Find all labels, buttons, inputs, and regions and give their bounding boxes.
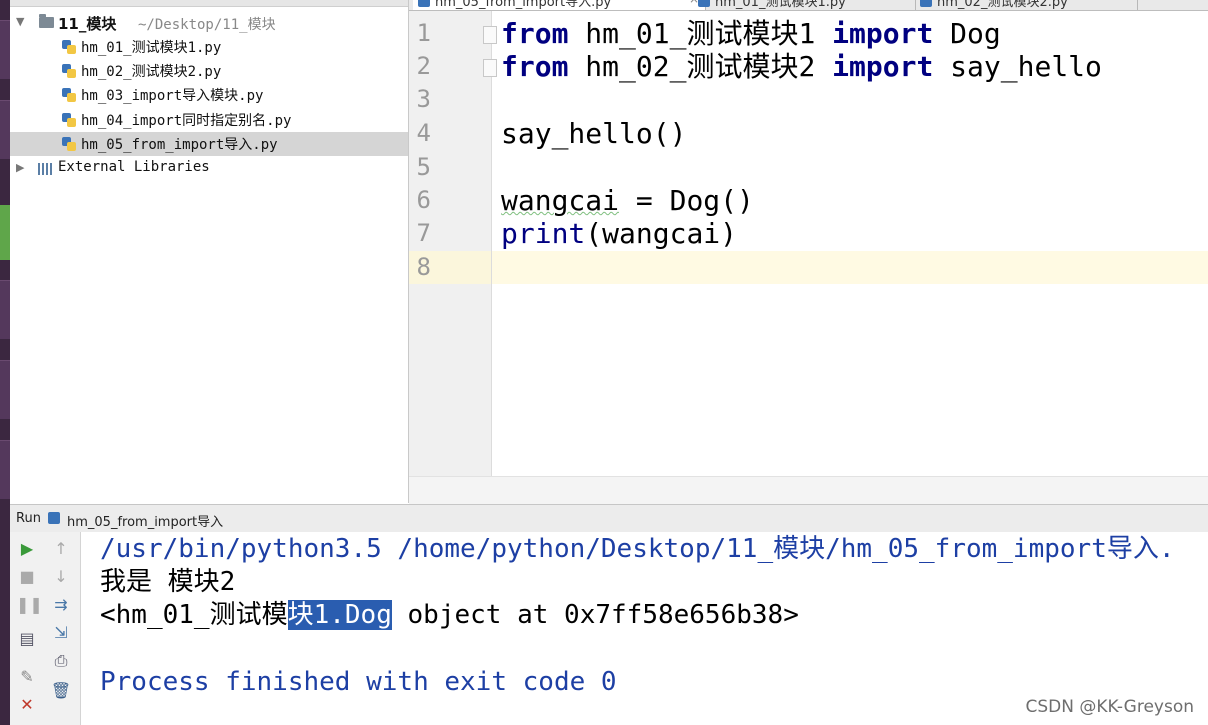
console-output-line: 我是 模块2 [100,567,236,597]
output-suffix: object at 0x7ff58e656b38> [391,600,799,630]
python-file-icon [698,0,710,7]
line-number: 4 [416,119,431,147]
code-editor[interactable]: 1 2 3 4 5 6 7 8 from hm_01_测试模块1 import … [409,11,1208,504]
run-label: Run [16,511,41,526]
expand-arrow-icon[interactable]: ▼ [16,15,24,28]
layout-icon[interactable]: ▤ [16,628,38,650]
code-line-4: say_hello() [501,117,687,150]
launcher-active-indicator [0,205,10,260]
tab-hm05[interactable]: hm_05_from_import导入.py × [413,0,706,10]
tab-label: hm_05_from_import导入.py [435,0,612,10]
keyword-from: from [501,50,569,83]
launcher-slot [0,360,10,419]
watermark: CSDN @KK-Greyson [1025,697,1194,717]
tab-label: hm_02_测试模块2.py [937,0,1068,10]
soft-wrap-icon[interactable]: ⇉ [50,594,72,616]
call-args: (wangcai) [585,217,738,250]
line-number: 7 [416,219,431,247]
keyword-import: import [832,50,934,83]
builtin-print: print [501,217,586,250]
launcher-slot [0,280,10,339]
code-line-1: from hm_01_测试模块1 import Dog [501,17,1001,50]
tree-root-folder[interactable]: ▼ 11_模块 ~/Desktop/11_模块 [10,11,408,35]
pin-icon[interactable]: ✎ [16,666,38,688]
code-line-6: wangcai = Dog() [501,184,754,217]
imported-name: say_hello [933,50,1102,83]
run-toolbar: ▶ ↑ ■ ↓ ❚❚ ⇉ ▤ ⇲ ⎙ ✎ 🗑 ✕ [10,532,81,725]
python-file-icon [62,113,76,127]
close-icon[interactable]: ✕ [16,694,38,716]
root-folder-path: ~/Desktop/11_模块 [138,17,276,33]
console-exit-line: Process finished with exit code 0 [100,667,617,697]
line-number: 6 [416,186,431,214]
file-name: hm_04_import同时指定别名.py [81,113,292,129]
python-file-icon [62,88,76,102]
line-number: 2 [416,52,431,80]
tree-file-item[interactable]: hm_04_import同时指定别名.py [10,108,408,132]
pause-icon[interactable]: ❚❚ [16,594,43,616]
down-arrow-icon[interactable]: ↓ [50,566,72,588]
line-number: 5 [416,153,431,181]
python-file-icon [62,64,76,78]
selected-text: 块1.Dog [287,600,392,630]
python-file-icon [62,40,76,54]
launcher-slot [0,100,10,159]
rerun-icon[interactable]: ▶ [16,538,38,560]
tree-file-item[interactable]: hm_02_测试模块2.py [10,59,408,83]
code-line-7: print(wangcai) [501,217,737,250]
assignment: = Dog() [619,184,754,217]
desktop-launcher-strip [0,0,10,725]
tab-label: hm_01_测试模块1.py [715,0,846,10]
tree-file-item[interactable]: hm_03_import导入模块.py [10,83,408,107]
line-number: 3 [416,85,431,113]
python-file-icon [62,137,76,151]
keyword-import: import [832,17,934,50]
tab-hm02[interactable]: hm_02_测试模块2.py [915,0,1138,10]
output-prefix: <hm_01_测试模 [100,600,288,630]
python-file-icon [48,512,60,524]
line-number: 8 [416,253,431,281]
file-name: hm_02_测试模块2.py [81,64,222,80]
file-name: hm_05_from_import导入.py [81,137,278,153]
tree-file-item-selected[interactable]: hm_05_from_import导入.py [10,132,408,156]
scroll-to-end-icon[interactable]: ⇲ [50,622,72,644]
python-file-icon [920,0,932,7]
tree-external-libraries[interactable]: ▶ External Libraries [10,157,408,181]
fold-end-icon[interactable] [483,59,497,77]
console-output-line: <hm_01_测试模块1.Dog object at 0x7ff58e656b3… [100,599,799,632]
keyword-from: from [501,17,569,50]
trash-icon[interactable]: 🗑 [50,680,72,702]
run-config-name[interactable]: hm_05_from_import导入 [67,511,223,530]
module-name: hm_02_测试模块2 [568,50,833,83]
fold-start-icon[interactable] [483,26,497,44]
project-panel: ▼ 11_模块 ~/Desktop/11_模块 hm_01_测试模块1.py h… [10,0,409,503]
root-folder-name: 11_模块 [58,15,117,33]
collapse-arrow-icon[interactable]: ▶ [16,161,24,174]
tab-hm01[interactable]: hm_01_测试模块1.py [693,0,916,10]
library-icon [38,163,54,175]
variable-name: wangcai [501,184,620,217]
module-name: hm_01_测试模块1 [568,17,833,50]
folder-icon [39,14,54,28]
print-icon[interactable]: ⎙ [50,650,72,672]
editor-tab-bar: hm_05_from_import导入.py × hm_01_测试模块1.py … [409,0,1208,11]
launcher-slot [0,440,10,499]
code-line-2: from hm_02_测试模块2 import say_hello [501,50,1102,83]
python-file-icon [418,0,430,7]
current-line-highlight [492,251,1208,284]
stop-icon[interactable]: ■ [16,566,38,588]
console-command-line: /usr/bin/python3.5 /home/python/Desktop/… [100,534,1175,564]
launcher-slot [0,20,10,79]
line-number: 1 [416,19,431,47]
file-name: hm_03_import导入模块.py [81,88,264,104]
imported-name: Dog [933,17,1001,50]
external-libraries-label: External Libraries [58,159,210,175]
file-name: hm_01_测试模块1.py [81,40,222,56]
editor-horizontal-scrollbar[interactable] [409,476,1208,504]
run-panel-header: Run hm_05_from_import导入 [10,504,1208,533]
tree-file-item[interactable]: hm_01_测试模块1.py [10,35,408,59]
project-toolbar [10,0,408,7]
up-arrow-icon[interactable]: ↑ [50,538,72,560]
